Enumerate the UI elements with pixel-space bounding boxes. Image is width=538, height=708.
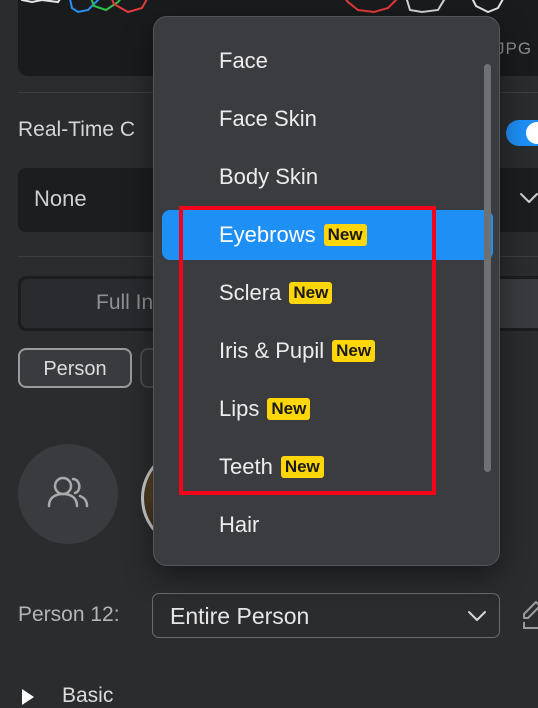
menu-item-label: Body Skin — [219, 164, 319, 189]
menu-item-body-skin[interactable]: Body Skin — [162, 152, 493, 202]
person-area-select-value: Entire Person — [170, 603, 310, 629]
chip-person[interactable]: Person — [18, 348, 132, 388]
menu-item-face-skin[interactable]: Face Skin — [162, 94, 493, 144]
person-area-select[interactable]: Entire Person — [152, 593, 500, 638]
preset-select-value: None — [34, 186, 87, 211]
segment-other[interactable] — [498, 279, 538, 328]
highlight-annotation-box — [179, 206, 436, 495]
menu-item-label: Face — [219, 48, 268, 73]
menu-item-label: Face Skin — [219, 106, 317, 131]
menu-scrollbar[interactable] — [484, 64, 491, 472]
realtime-toggle[interactable] — [506, 120, 538, 146]
group-avatar[interactable] — [18, 444, 118, 544]
chevron-down-icon — [468, 611, 486, 621]
realtime-label: Real-Time C — [18, 118, 136, 141]
disclosure-triangle-icon — [22, 689, 34, 705]
chevron-down-icon — [520, 193, 538, 203]
chip-person-label: Person — [43, 358, 107, 380]
edit-icon[interactable] — [522, 600, 538, 630]
menu-item-face[interactable]: Face — [162, 36, 493, 86]
format-label: JPG — [496, 39, 533, 58]
people-icon — [47, 476, 89, 508]
segment-full-image-label: Full In — [96, 291, 154, 314]
section-basic-label: Basic — [62, 684, 114, 707]
menu-item-hair[interactable]: Hair — [162, 500, 493, 550]
person-label: Person 12: — [18, 603, 120, 626]
menu-item-label: Hair — [219, 512, 260, 537]
